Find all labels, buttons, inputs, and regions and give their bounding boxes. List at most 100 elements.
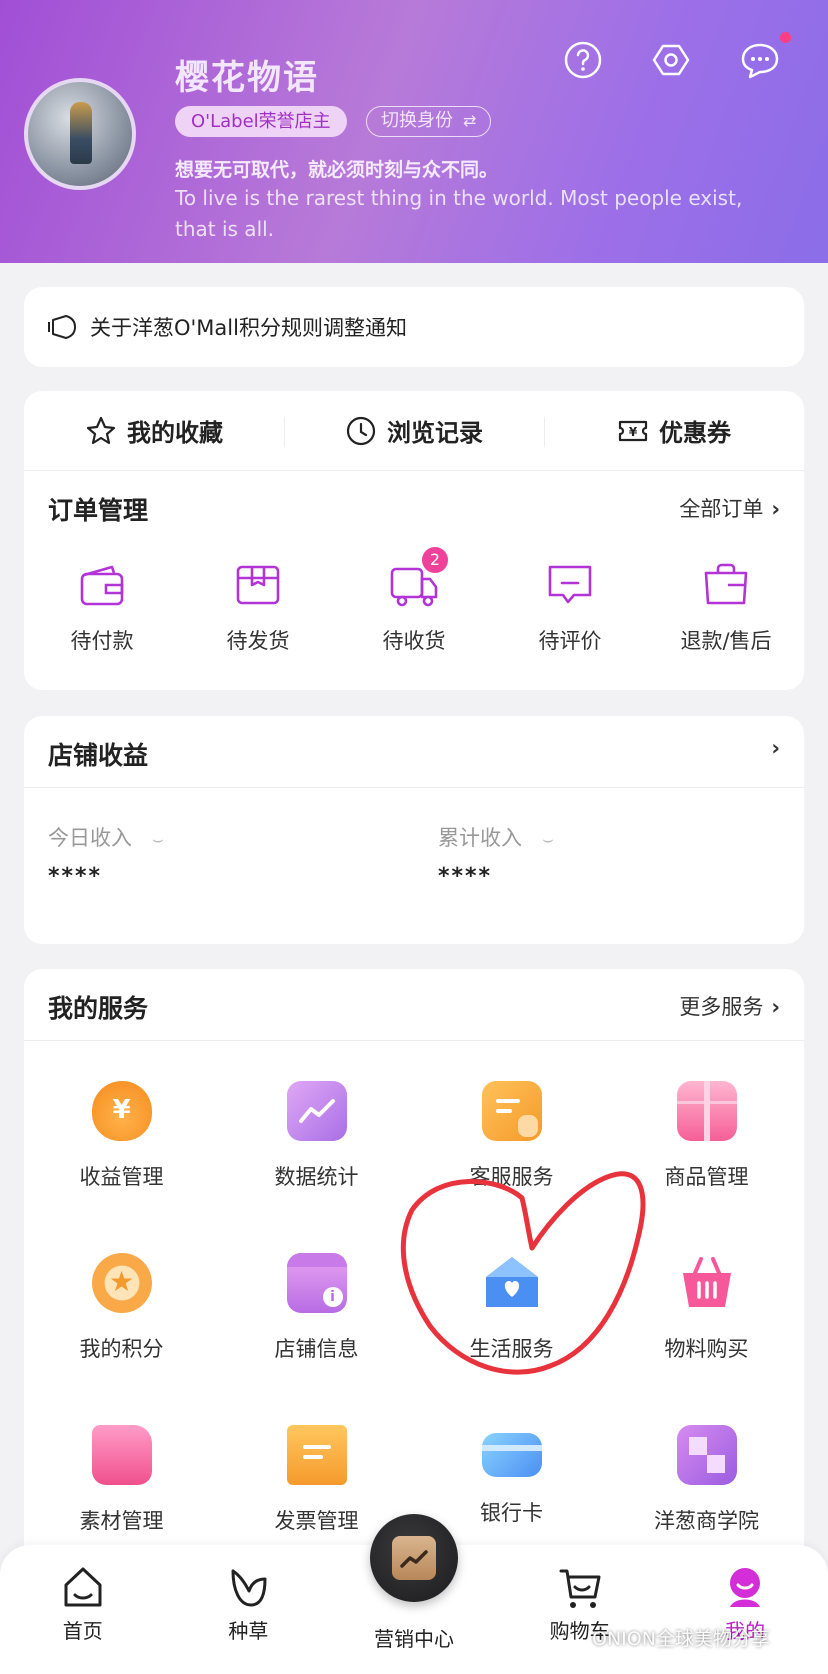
megaphone-icon [48, 315, 76, 339]
total-income-label: 累计收入 ⌣ [438, 822, 554, 852]
wallet-icon [80, 565, 124, 606]
bank-card-icon [481, 1433, 542, 1477]
service-income-management[interactable]: ¥ 收益管理 [24, 1081, 219, 1191]
total-income-value: **** [438, 864, 493, 889]
home-icon [64, 1567, 102, 1607]
settings-icon[interactable] [651, 40, 691, 80]
tab-label: 首页 [62, 1619, 103, 1643]
comment-icon [548, 565, 592, 604]
tab-profile[interactable]: 我的 [662, 1545, 828, 1674]
service-data-statistics[interactable]: 数据统计 [219, 1081, 414, 1191]
tab-label: 种草 [228, 1619, 269, 1643]
service-material-management[interactable]: 素材管理 [24, 1425, 219, 1535]
service-customer-service[interactable]: 客服服务 [414, 1081, 609, 1191]
cart-icon [559, 1569, 601, 1608]
chevron-right-icon: › [771, 736, 780, 760]
watermark: ONION全球美物分享 [592, 1628, 770, 1650]
order-pending-review[interactable]: 待评价 [492, 561, 648, 655]
academy-icon [676, 1425, 737, 1485]
orders-title: 订单管理 [48, 496, 149, 525]
clock-icon [346, 416, 376, 445]
house-heart-icon [482, 1253, 542, 1313]
service-label: 我的积分 [79, 1337, 164, 1361]
service-label: 洋葱商学院 [654, 1509, 759, 1533]
points-star-icon: ★ [91, 1253, 152, 1313]
today-income-label: 今日收入 ⌣ [48, 822, 164, 852]
tab-discover[interactable]: 种草 [166, 1545, 332, 1674]
swap-icon: ⇄ [463, 111, 477, 130]
history-button[interactable]: 浏览记录 [284, 391, 544, 470]
motto: 想要无可取代，就必须时刻与众不同。 [175, 159, 499, 181]
service-label: 生活服务 [469, 1337, 554, 1361]
today-income-value: **** [48, 864, 103, 889]
avatar[interactable] [24, 78, 136, 190]
all-orders-label: 全部订单 [679, 497, 764, 521]
help-icon[interactable] [563, 40, 603, 80]
svg-text:¥: ¥ [629, 425, 638, 439]
basket-icon [677, 1253, 737, 1313]
more-services-label: 更多服务 [679, 995, 764, 1019]
all-orders-link[interactable]: 全部订单 › [679, 493, 780, 523]
order-label: 待发货 [226, 629, 290, 653]
order-pending-shipment[interactable]: 待发货 [180, 561, 336, 655]
service-shop-info[interactable]: i 店铺信息 [219, 1253, 414, 1363]
motto-english: To live is the rarest thing in the world… [175, 186, 743, 241]
order-pending-receipt[interactable]: 2 待收货 [336, 547, 492, 655]
service-onion-academy[interactable]: 洋葱商学院 [609, 1425, 804, 1535]
history-label: 浏览记录 [387, 419, 483, 447]
tab-home[interactable]: 首页 [0, 1545, 166, 1674]
chart-icon [286, 1081, 347, 1141]
shop-info-icon: i [286, 1253, 347, 1313]
services-card: 我的服务 更多服务 › ¥ 收益管理 数据统计 客服服务 商品管理 ★ 我的积分 … [24, 969, 804, 1569]
service-label: 客服服务 [469, 1165, 554, 1189]
shop-income-card: 店铺收益 › 今日收入 ⌣ 累计收入 ⌣ [24, 716, 804, 944]
services-title: 我的服务 [48, 994, 149, 1023]
customer-service-icon [481, 1081, 542, 1141]
coupons-button[interactable]: ¥ 优惠券 [544, 391, 804, 470]
today-income-text: 今日收入 [48, 826, 132, 850]
divider [24, 1040, 804, 1041]
favorites-button[interactable]: 我的收藏 [24, 391, 284, 470]
switch-identity-label: 切换身份 [381, 110, 453, 131]
username: 樱花物语 [175, 58, 319, 98]
chevron-right-icon: › [771, 497, 780, 521]
leaf-icon [231, 1569, 267, 1607]
profile-header: 樱花物语 O'Label荣誉店主 切换身份 ⇄ 想要无可取代，就必须时刻与众不同。… [0, 0, 828, 263]
notice-bar[interactable]: 关于洋葱O'Mall积分规则调整通知 [24, 287, 804, 367]
income-title: 店铺收益 [48, 741, 149, 770]
service-invoice-management[interactable]: 发票管理 [219, 1425, 414, 1535]
chevron-right-icon: › [771, 995, 780, 1019]
service-product-management[interactable]: 商品管理 [609, 1081, 804, 1191]
money-bag-icon: ¥ [91, 1081, 152, 1141]
tab-cart[interactable]: 购物车 [497, 1545, 663, 1674]
more-services-link[interactable]: 更多服务 › [679, 991, 780, 1021]
profile-icon [730, 1568, 761, 1607]
order-pending-payment[interactable]: 待付款 [24, 561, 180, 655]
services-grid: ¥ 收益管理 数据统计 客服服务 商品管理 ★ 我的积分 i 店铺信息 生活服务 [24, 1081, 804, 1535]
unread-dot [780, 32, 791, 43]
marketing-icon [392, 1536, 436, 1580]
order-status-row: 待付款 待发货 2 待收货 待评价 退款/售后 [24, 547, 804, 655]
service-my-points[interactable]: ★ 我的积分 [24, 1253, 219, 1363]
income-detail-link[interactable]: › [763, 736, 780, 760]
marketing-center-button[interactable] [370, 1514, 458, 1602]
quick-actions: 我的收藏 浏览记录 ¥ 优惠券 [24, 391, 804, 471]
switch-identity-button[interactable]: 切换身份 ⇄ [366, 106, 492, 137]
eye-closed-icon[interactable]: ⌣ [542, 829, 554, 850]
coupon-icon: ¥ [618, 420, 648, 441]
service-bank-card[interactable]: 银行卡 [414, 1425, 609, 1535]
tab-label: 营销中心 [373, 1627, 454, 1651]
service-material-purchase[interactable]: 物料购买 [609, 1253, 804, 1363]
order-label: 待收货 [382, 629, 446, 653]
star-icon [86, 416, 116, 444]
message-icon[interactable] [740, 40, 780, 80]
total-income-text: 累计收入 [438, 826, 522, 850]
order-refund[interactable]: 退款/售后 [648, 561, 804, 655]
service-life-services[interactable]: 生活服务 [414, 1253, 609, 1363]
gift-box-icon [676, 1081, 737, 1141]
service-label: 收益管理 [79, 1165, 164, 1189]
favorites-label: 我的收藏 [127, 419, 223, 447]
order-label: 退款/售后 [680, 629, 772, 653]
eye-closed-icon[interactable]: ⌣ [152, 829, 164, 850]
member-badge: O'Label荣誉店主 [175, 106, 347, 137]
